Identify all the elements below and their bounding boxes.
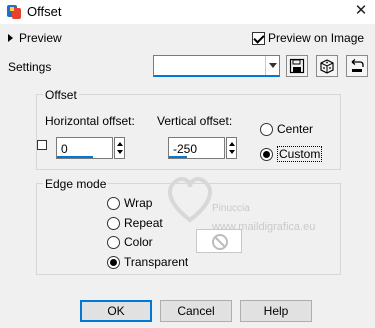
preview-toggle[interactable]: Preview — [8, 31, 62, 45]
vertical-offset-slider[interactable] — [169, 156, 187, 158]
close-icon[interactable]: ✕ — [352, 2, 370, 20]
radio-selected-icon — [107, 255, 120, 269]
horizontal-offset-value: 0 — [61, 142, 68, 156]
edge-option-label: Transparent — [124, 255, 189, 269]
vertical-offset-value: -250 — [173, 142, 198, 156]
link-checkbox[interactable] — [37, 140, 47, 150]
radio-icon — [107, 216, 120, 230]
chevron-down-icon[interactable] — [265, 56, 279, 75]
help-button[interactable]: Help — [240, 300, 312, 322]
radio-icon — [107, 196, 120, 210]
edge-option-color[interactable]: Color — [107, 235, 153, 249]
expand-triangle-icon — [8, 34, 13, 42]
settings-dropdown[interactable] — [153, 55, 280, 77]
edge-mode-group-title: Edge mode — [43, 177, 109, 191]
watermark-name: Pinuccia — [212, 203, 250, 214]
radio-center[interactable]: Center — [260, 122, 313, 136]
no-color-icon — [212, 234, 228, 250]
color-swatch[interactable] — [196, 229, 242, 253]
window-title: Offset — [27, 4, 62, 19]
edge-option-transparent[interactable]: Transparent — [107, 255, 188, 269]
settings-label: Settings — [8, 60, 52, 74]
floppy-disk-icon — [289, 58, 305, 74]
vertical-offset-stepper[interactable] — [226, 137, 237, 159]
radio-selected-icon — [260, 147, 273, 161]
dice-icon — [320, 59, 334, 74]
randomize-button[interactable] — [316, 55, 338, 77]
horizontal-offset-slider[interactable] — [57, 156, 93, 158]
edge-option-label: Repeat — [124, 216, 163, 230]
vertical-offset-label: Vertical offset: — [157, 114, 233, 128]
preview-on-image-checkbox[interactable]: Preview on Image — [252, 31, 364, 45]
reset-icon — [351, 59, 364, 72]
preview-label: Preview — [19, 31, 62, 45]
app-icon — [6, 4, 22, 20]
ok-button[interactable]: OK — [80, 300, 152, 322]
reset-button[interactable] — [346, 55, 368, 77]
radio-icon — [260, 122, 273, 136]
cancel-button[interactable]: Cancel — [160, 300, 232, 322]
edge-option-label: Color — [124, 235, 153, 249]
edge-option-wrap[interactable]: Wrap — [107, 196, 152, 210]
edge-option-label: Wrap — [124, 196, 153, 210]
radio-icon — [107, 235, 120, 249]
offset-group-title: Offset — [43, 88, 79, 102]
horizontal-offset-stepper[interactable] — [114, 137, 125, 159]
horizontal-offset-label: Horizontal offset: — [45, 114, 135, 128]
save-preset-button[interactable] — [286, 55, 308, 77]
radio-center-label: Center — [277, 122, 314, 136]
preview-on-image-label: Preview on Image — [268, 31, 365, 45]
checkbox-icon — [252, 31, 265, 45]
edge-option-repeat[interactable]: Repeat — [107, 216, 163, 230]
